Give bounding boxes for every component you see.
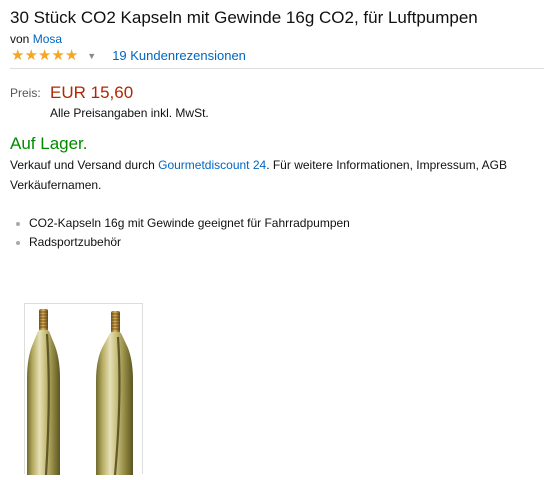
star-rating[interactable]: ★ ★ ★ ★ ★ <box>11 47 78 65</box>
cartridge-left <box>27 309 60 476</box>
seller-suffix: . Für weitere Informationen, Impressum, … <box>266 158 507 172</box>
co2-cartridges-image <box>27 309 133 476</box>
product-image[interactable] <box>24 303 143 476</box>
seller-info: Verkauf und Versand durch Gourmetdiscoun… <box>10 155 544 195</box>
seller-line2: Verkäufernamen. <box>10 178 102 192</box>
star-icon: ★ <box>11 47 25 64</box>
chevron-down-icon[interactable]: ▼ <box>87 51 96 61</box>
seller-prefix: Verkauf und Versand durch <box>10 158 155 172</box>
list-item: Radsportzubehör <box>16 233 350 252</box>
seller-link[interactable]: Gourmetdiscount 24 <box>158 158 266 172</box>
byline: von Mosa <box>10 31 62 47</box>
reviews-link[interactable]: 19 Kundenrezensionen <box>112 47 246 65</box>
divider <box>10 68 544 69</box>
stock-status: Auf Lager. <box>10 134 88 153</box>
by-prefix: von <box>10 32 30 46</box>
price-value: EUR 15,60 <box>50 83 134 102</box>
brand-link[interactable]: Mosa <box>33 32 62 46</box>
star-icon: ★ <box>37 47 52 64</box>
star-icon: ★ <box>64 47 79 64</box>
rating-row: ★ ★ ★ ★ ★ ▼ 19 Kundenrezensionen <box>11 47 246 65</box>
price-note: Alle Preisangaben inkl. MwSt. <box>50 106 209 120</box>
list-item: CO2-Kapseln 16g mit Gewinde geeignet für… <box>16 214 350 233</box>
product-title: 30 Stück CO2 Kapseln mit Gewinde 16g CO2… <box>10 8 478 27</box>
star-icon: ★ <box>51 47 65 64</box>
price-label: Preis: <box>10 86 41 100</box>
star-icon: ★ <box>24 47 38 64</box>
cartridge-right <box>96 311 133 476</box>
feature-bullets: CO2-Kapseln 16g mit Gewinde geeignet für… <box>16 214 350 252</box>
